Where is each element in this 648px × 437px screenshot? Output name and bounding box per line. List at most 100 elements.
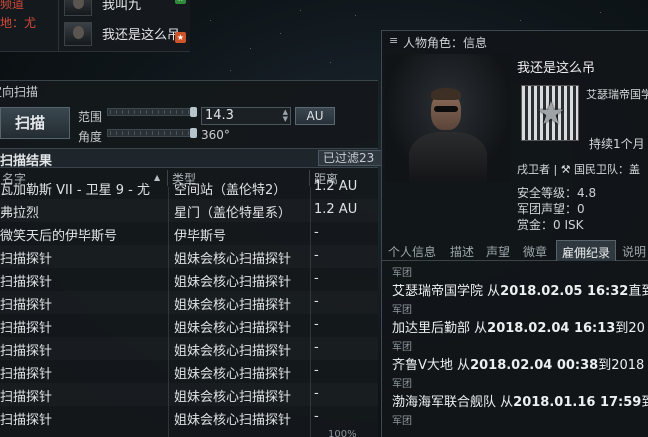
history-date: 2018.01.16 17:59 bbox=[513, 395, 642, 410]
row-name: 扫描探针 bbox=[0, 252, 53, 267]
row-distance: - bbox=[314, 271, 319, 286]
tab-notes[interactable]: 说明 bbox=[622, 243, 646, 260]
scan-button[interactable]: 扫描 bbox=[0, 107, 70, 139]
list-item[interactable]: 军团 艾瑟瑞帝国学院 从2018.02.05 16:32直到 bbox=[392, 264, 648, 299]
tab-description[interactable]: 描述 bbox=[450, 243, 474, 260]
unit-button[interactable]: AU bbox=[295, 107, 335, 125]
window-header[interactable]: ≡ 人物角色：信息 bbox=[382, 31, 648, 51]
character-name: 我还是这么吊 bbox=[517, 61, 596, 76]
row-type: 姐妹会核心扫描探针 bbox=[174, 298, 292, 313]
row-name: 扫描探针 bbox=[0, 390, 53, 405]
row-distance: 1.2 AU bbox=[314, 179, 358, 194]
corp-name[interactable]: 齐鲁V大地 bbox=[392, 358, 453, 373]
tab-personal-info[interactable]: 个人信息 bbox=[388, 243, 436, 260]
history-entry: 艾瑟瑞帝国学院 从2018.02.05 16:32直到 bbox=[392, 284, 648, 299]
row-name: 扫描探针 bbox=[0, 298, 53, 313]
row-distance: - bbox=[314, 340, 319, 355]
table-row[interactable]: 弗拉烈 星门（盖伦特星系） 1.2 AU bbox=[0, 199, 378, 222]
row-type: 姐妹会核心扫描探针 bbox=[174, 413, 292, 428]
history-entry: 加达里后勤部 从2018.02.04 16:13到20 bbox=[392, 321, 645, 336]
tab-standings[interactable]: 声望 bbox=[486, 243, 510, 260]
slider-handle[interactable] bbox=[190, 128, 197, 138]
corp-tenure: 持续1个月 bbox=[589, 137, 645, 151]
member-list-item[interactable]: 我叫九 ★ bbox=[62, 0, 190, 16]
corp-name[interactable]: 加达里后勤部 bbox=[392, 321, 470, 336]
row-distance: - bbox=[314, 248, 319, 263]
row-distance: - bbox=[314, 386, 319, 401]
range-slider[interactable] bbox=[107, 107, 197, 117]
table-row[interactable]: 扫描探针 姐妹会核心扫描探针 - bbox=[0, 383, 378, 406]
row-name: 扫描探针 bbox=[0, 413, 53, 428]
bounty: 赏金：0 ISK bbox=[517, 218, 584, 232]
member-name: 我叫九 bbox=[102, 0, 142, 13]
row-name: 扫描探针 bbox=[0, 344, 53, 359]
row-type: 空间站（盖伦特2） bbox=[174, 183, 287, 198]
corp-name[interactable]: 渤海海军联合舰队 bbox=[392, 395, 496, 410]
member-name: 我还是这么吊 bbox=[102, 28, 181, 43]
range-label: 范围 bbox=[78, 110, 103, 124]
avatar bbox=[64, 22, 92, 46]
standing-icon: ★ bbox=[175, 0, 186, 4]
filter-button[interactable]: 已过滤23 bbox=[318, 150, 388, 166]
angle-value: 360° bbox=[201, 128, 230, 142]
row-type: 姐妹会核心扫描探针 bbox=[174, 367, 292, 382]
row-name: 扫描探针 bbox=[0, 321, 53, 336]
corp-name-link[interactable]: 艾瑟瑞帝国学 bbox=[586, 86, 648, 102]
tab-employment-history[interactable]: 雇佣纪录 bbox=[556, 240, 617, 261]
list-item[interactable]: 军团 齐鲁V大地 从2018.02.04 00:38到2018 bbox=[392, 338, 648, 373]
list-item[interactable]: 军团 加达里后勤部 从2018.02.04 16:13到20 bbox=[392, 301, 648, 336]
corp-name[interactable]: 艾瑟瑞帝国学院 bbox=[392, 284, 483, 299]
divider bbox=[58, 0, 59, 52]
corp-star-icon: ★ bbox=[536, 94, 566, 132]
table-row[interactable]: 瓦加勒斯 VII - 卫星 9 - 尤 空间站（盖伦特2） 1.2 AU bbox=[0, 176, 378, 199]
history-entry: 齐鲁V大地 从2018.02.04 00:38到2018 bbox=[392, 358, 645, 373]
history-category: 军团 bbox=[392, 416, 412, 427]
table-row[interactable]: 扫描探针 姐妹会核心扫描探针 - bbox=[0, 268, 378, 291]
row-distance: - bbox=[314, 225, 319, 240]
table-row[interactable]: 扫描探针 姐妹会核心扫描探针 - bbox=[0, 406, 378, 429]
info-tabs: 个人信息 描述 声望 微章 雇佣纪录 说明 bbox=[382, 239, 648, 261]
row-distance: - bbox=[314, 409, 319, 424]
range-input[interactable]: 14.3 ▲ ▼ bbox=[201, 107, 291, 125]
table-row[interactable]: 扫描探针 姐妹会核心扫描探针 - bbox=[0, 360, 378, 383]
list-item[interactable]: 军团 bbox=[392, 412, 648, 427]
table-row[interactable]: 扫描探针 姐妹会核心扫描探针 - bbox=[0, 337, 378, 360]
menu-icon[interactable]: ≡ bbox=[389, 34, 398, 47]
tab-decorations[interactable]: 微章 bbox=[523, 243, 547, 260]
row-type: 姐妹会核心扫描探针 bbox=[174, 321, 292, 336]
stepper-icon[interactable]: ▲ ▼ bbox=[283, 109, 288, 123]
angle-label: 角度 bbox=[78, 130, 103, 144]
row-name: 扫描探针 bbox=[0, 275, 53, 290]
row-name: 弗拉烈 bbox=[0, 206, 40, 221]
history-category: 军团 bbox=[392, 379, 412, 390]
row-type: 姐妹会核心扫描探针 bbox=[174, 344, 292, 359]
chat-text-line: 频道 bbox=[0, 0, 25, 11]
directional-scanner-window: 定向扫描 扫描 范围 14.3 ▲▼ AU 角度 360° 扫描结果 已过滤23… bbox=[0, 80, 388, 437]
row-distance: - bbox=[314, 294, 319, 309]
row-distance: - bbox=[314, 363, 319, 378]
zoom-level: 100% bbox=[328, 429, 357, 437]
row-name: 瓦加勒斯 VII - 卫星 9 - 尤 bbox=[0, 183, 151, 198]
table-row[interactable]: 微笑天后的伊毕斯号 伊毕斯号 - bbox=[0, 222, 378, 245]
angle-slider[interactable] bbox=[107, 128, 197, 138]
chat-channel-panel: 频道 地：尤 我叫九 ★ 我还是这么吊 ★ bbox=[0, 0, 190, 52]
table-row[interactable]: 扫描探针 姐妹会核心扫描探针 - bbox=[0, 314, 378, 337]
slider-handle[interactable] bbox=[190, 107, 197, 117]
corp-logo[interactable]: ★ bbox=[521, 85, 579, 141]
row-distance: 1.2 AU bbox=[314, 202, 358, 217]
history-entry: 渤海海军联合舰队 从2018.01.16 17:59到 bbox=[392, 395, 648, 410]
security-status: 安全等级：4.8 bbox=[517, 186, 597, 200]
history-category: 军团 bbox=[392, 268, 412, 279]
chat-text-line: 地：尤 bbox=[0, 16, 37, 30]
table-row[interactable]: 扫描探针 姐妹会核心扫描探针 - bbox=[0, 291, 378, 314]
row-type: 姐妹会核心扫描探针 bbox=[174, 252, 292, 267]
table-row[interactable]: 扫描探针 姐妹会核心扫描探针 - bbox=[0, 245, 378, 268]
history-date: 2018.02.04 16:13 bbox=[487, 321, 616, 336]
row-type: 星门（盖伦特星系） bbox=[174, 206, 292, 221]
row-distance: - bbox=[314, 317, 319, 332]
range-value: 14.3 bbox=[205, 108, 234, 123]
list-item[interactable]: 军团 渤海海军联合舰队 从2018.01.16 17:59到 bbox=[392, 375, 648, 410]
member-list-item[interactable]: 我还是这么吊 ★ bbox=[62, 20, 190, 46]
eve-client: 频道 地：尤 我叫九 ★ 我还是这么吊 ★ 定向扫描 扫描 范围 14.3 ▲▼… bbox=[0, 0, 648, 437]
corp-standing: 军团声望：0 bbox=[517, 202, 585, 216]
